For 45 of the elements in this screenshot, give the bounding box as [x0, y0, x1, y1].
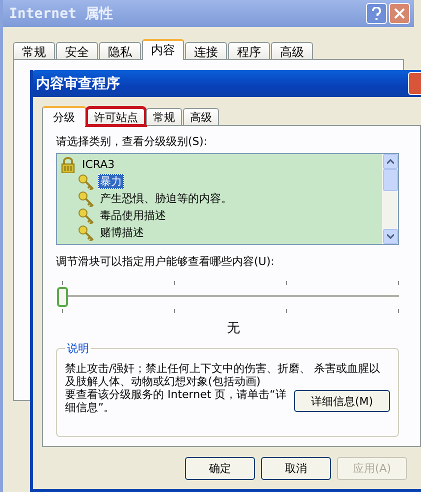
- tab[interactable]: 常规: [13, 42, 55, 59]
- tab[interactable]: 高级: [183, 108, 219, 125]
- scrollbar[interactable]: [382, 154, 398, 244]
- dialog-button[interactable]: 确定: [185, 457, 255, 480]
- help-button[interactable]: [366, 3, 387, 24]
- scroll-thumb[interactable]: [382, 169, 398, 191]
- slider-thumb[interactable]: [57, 287, 68, 307]
- question-mark-icon: [372, 7, 381, 20]
- dialog-title: 内容审查程序: [36, 74, 121, 92]
- tab[interactable]: 高级: [271, 42, 313, 59]
- tree-item[interactable]: ICRA3: [80, 158, 117, 171]
- tree-item[interactable]: 毒品使用描述: [98, 208, 168, 223]
- key-icon: [78, 174, 94, 190]
- close-icon: [394, 8, 405, 19]
- key-icon: [78, 224, 94, 240]
- tab[interactable]: 分级: [42, 106, 86, 126]
- tab[interactable]: 常规: [146, 108, 182, 125]
- tab[interactable]: 连接: [185, 42, 227, 59]
- description-text: 禁止攻击/强奸；禁止任何上下文中的伤害、折磨、 杀害或血腥以及肢解人体、动物或幻想对象(包括动画): [65, 362, 382, 388]
- window-title: Internet 属性: [9, 4, 114, 22]
- tree-item[interactable]: 赌博描述: [98, 225, 146, 240]
- lock-icon: [60, 156, 76, 172]
- tab[interactable]: 内容: [142, 39, 184, 60]
- tab[interactable]: 许可站点: [87, 108, 145, 125]
- key-icon: [78, 190, 94, 206]
- tree-item[interactable]: 暴力: [98, 174, 124, 189]
- tab[interactable]: 隐私: [99, 42, 141, 59]
- chevron-up-icon: [386, 159, 394, 164]
- key-icon: [78, 208, 94, 224]
- close-button[interactable]: [389, 3, 410, 24]
- close-button[interactable]: [408, 72, 421, 95]
- group-title: 说明: [66, 341, 90, 356]
- category-label: 请选择类别，查看分级级别(S):: [56, 134, 208, 149]
- more-info-text: 要查看该分级服务的 Internet 页，请单击“详细信息”。: [65, 388, 288, 414]
- scroll-up-button[interactable]: [382, 154, 398, 169]
- more-info-button[interactable]: 详细信息(M): [294, 390, 390, 412]
- tab[interactable]: 安全: [56, 42, 98, 59]
- tab[interactable]: 程序: [228, 42, 270, 59]
- scroll-down-button[interactable]: [382, 229, 398, 244]
- chevron-down-icon: [386, 234, 394, 239]
- tree-item[interactable]: 产生恐惧、胁迫等的内容。: [98, 191, 234, 206]
- slider-label: 调节滑块可以指定用户能够查看哪些内容(U):: [56, 254, 276, 269]
- slider-reading: 无: [226, 320, 241, 337]
- category-list[interactable]: ICRA3 暴力 产生恐惧、胁迫等的内容。 毒品使用描述 赌博描述: [56, 153, 399, 245]
- dialog-button[interactable]: 取消: [261, 457, 331, 480]
